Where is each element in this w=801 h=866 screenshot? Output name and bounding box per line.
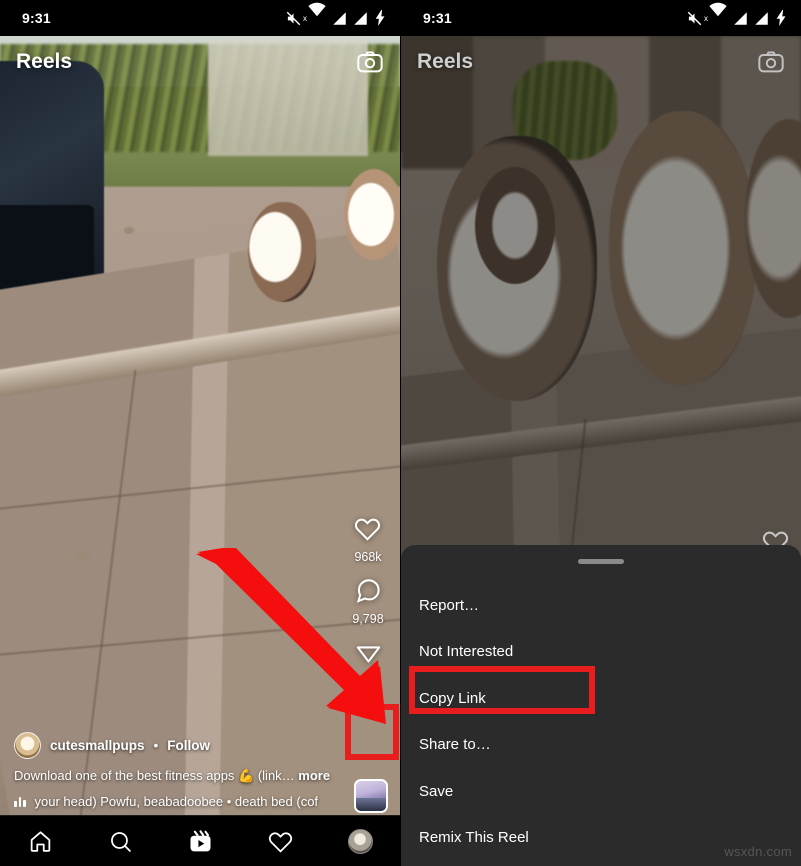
status-time: 9:31	[22, 10, 51, 26]
nav-reels[interactable]	[180, 821, 220, 861]
status-icons: x	[285, 2, 387, 35]
menu-item-save[interactable]: Save	[401, 768, 801, 815]
post-user-row[interactable]: cutesmallpups • Follow	[14, 732, 386, 759]
charging-bolt-icon	[775, 10, 788, 26]
charging-bolt-icon	[374, 10, 387, 26]
caption-more-link[interactable]: more	[298, 768, 330, 783]
like-action[interactable]: 968k	[354, 515, 382, 564]
menu-item-not-interested[interactable]: Not Interested	[401, 629, 801, 676]
right-phone-screen: 9:31 x Reels Report… Not Interested Copy…	[400, 0, 801, 866]
menu-item-report[interactable]: Report…	[401, 582, 801, 629]
like-count: 968k	[354, 550, 382, 564]
signal-no-sim-icon	[733, 11, 748, 26]
parked-car	[0, 60, 104, 310]
audio-row[interactable]: your head) Powfu, beabadoobee • death be…	[14, 794, 386, 809]
status-time: 9:31	[423, 10, 452, 26]
signal-icon	[353, 11, 368, 26]
reels-header-left: Reels	[0, 36, 400, 88]
nav-activity[interactable]	[260, 821, 300, 861]
avatar[interactable]	[14, 732, 41, 759]
puppy-back	[344, 168, 400, 261]
share-action[interactable]	[355, 639, 382, 671]
signal-no-sim-icon	[332, 11, 347, 26]
pebble	[76, 550, 90, 560]
separator-dot: •	[153, 738, 159, 753]
status-icons: x	[686, 2, 788, 35]
album-art-thumbnail[interactable]	[354, 779, 388, 813]
camera-icon[interactable]	[356, 48, 384, 76]
menu-label: Not Interested	[419, 643, 514, 661]
heart-icon[interactable]	[354, 515, 381, 547]
audio-waveform-icon	[14, 796, 26, 807]
comment-action[interactable]: 9,798	[352, 577, 384, 626]
left-phone-screen: 9:31 x Reels 968k 9,798 cutesmallpups • …	[0, 0, 400, 866]
comment-count: 9,798	[352, 612, 384, 626]
status-bar-right: 9:31 x	[401, 0, 801, 36]
red-highlight-box-kebab	[345, 704, 399, 760]
vibrate-off-icon	[686, 11, 703, 26]
camera-icon[interactable]	[757, 48, 785, 76]
menu-label: Share to…	[419, 736, 491, 754]
nav-search[interactable]	[100, 821, 140, 861]
follow-button[interactable]: Follow	[167, 738, 210, 753]
dual-screenshot-stage: 9:31 x Reels 968k 9,798 cutesmallpups • …	[0, 0, 801, 866]
page-title: Reels	[417, 50, 474, 73]
username[interactable]: cutesmallpups	[50, 738, 145, 753]
options-bottom-sheet: Report… Not Interested Copy Link Share t…	[401, 545, 801, 866]
options-menu: Report… Not Interested Copy Link Share t…	[401, 582, 801, 861]
signal-icon	[754, 11, 769, 26]
wifi-icon: x	[704, 2, 727, 35]
action-rail: 968k 9,798	[340, 515, 396, 718]
nav-home[interactable]	[20, 821, 60, 861]
menu-item-copy-link[interactable]: Copy Link	[401, 675, 801, 722]
wifi-icon: x	[303, 2, 326, 35]
caption-text: Download one of the best fitness apps 💪 …	[14, 768, 299, 783]
menu-item-share-to[interactable]: Share to…	[401, 722, 801, 769]
status-bar-left: 9:31 x	[0, 0, 400, 36]
nav-profile[interactable]	[340, 821, 380, 861]
post-caption-block: cutesmallpups • Follow Download one of t…	[0, 732, 400, 815]
pebble	[124, 226, 134, 234]
audio-title: your head) Powfu, beabadoobee • death be…	[34, 794, 319, 809]
comment-bubble-icon[interactable]	[355, 577, 382, 609]
drag-handle[interactable]	[578, 559, 624, 564]
menu-label: Remix This Reel	[419, 829, 529, 847]
menu-label: Save	[419, 782, 454, 800]
paper-plane-icon[interactable]	[355, 639, 382, 671]
vibrate-off-icon	[285, 11, 302, 26]
caption[interactable]: Download one of the best fitness apps 💪 …	[14, 768, 386, 784]
menu-label: Copy Link	[419, 689, 486, 707]
page-title: Reels	[16, 50, 73, 73]
reels-header-right: Reels	[401, 36, 801, 88]
puppy-front	[248, 202, 316, 302]
profile-avatar-icon[interactable]	[347, 828, 373, 854]
watermark: wsxdn.com	[724, 844, 792, 859]
menu-label: Report…	[419, 596, 480, 614]
bottom-nav	[0, 815, 400, 866]
